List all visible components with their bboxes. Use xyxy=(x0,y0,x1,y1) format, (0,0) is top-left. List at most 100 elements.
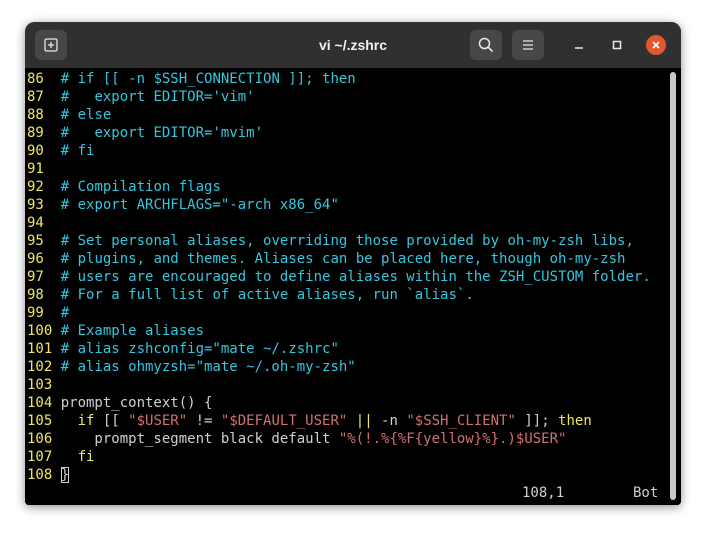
line-number-padding xyxy=(52,71,60,87)
editor-line[interactable]: 90 # fi xyxy=(27,142,651,160)
code-token: # users are encouraged to define aliases… xyxy=(60,269,651,285)
line-number-padding xyxy=(52,161,60,177)
line-number: 99 xyxy=(27,305,53,321)
editor-line[interactable]: 91 xyxy=(27,160,651,178)
code-token: # export EDITOR='vim' xyxy=(60,89,255,105)
line-number: 108 xyxy=(27,467,61,483)
editor-line[interactable]: 92 # Compilation flags xyxy=(27,178,651,196)
editor-line[interactable]: 89 # export EDITOR='mvim' xyxy=(27,124,651,142)
editor-line[interactable]: 103 xyxy=(27,376,651,394)
code-token: ]]; xyxy=(515,413,559,429)
search-button[interactable] xyxy=(470,30,502,60)
new-tab-icon xyxy=(44,38,58,52)
cursor-position: 108,1 xyxy=(522,485,565,501)
editor-line[interactable]: 93 # export ARCHFLAGS="-arch x86_64" xyxy=(27,196,651,214)
editor-line[interactable]: 105 if [[ "$USER" != "$DEFAULT_USER" || … xyxy=(27,412,651,430)
code-token: # if [[ -n $SSH_CONNECTION ]]; then xyxy=(60,71,356,87)
line-number: 107 xyxy=(27,449,61,465)
code-token: # Example aliases xyxy=(60,323,205,339)
line-number: 92 xyxy=(27,179,53,195)
line-number-padding xyxy=(52,197,60,213)
line-number: 103 xyxy=(27,377,61,393)
code-token: # plugins, and themes. Aliases can be pl… xyxy=(60,251,626,267)
code-token: then xyxy=(558,413,592,429)
code-token: # else xyxy=(60,107,112,123)
line-number: 93 xyxy=(27,197,53,213)
code-token: # fi xyxy=(60,143,95,159)
maximize-icon xyxy=(612,40,622,50)
editor-line[interactable]: 88 # else xyxy=(27,106,651,124)
code-token: != xyxy=(187,413,221,429)
code-token: # export EDITOR='mvim' xyxy=(60,125,264,141)
line-number: 88 xyxy=(27,107,53,123)
line-number-padding xyxy=(52,305,60,321)
line-number: 96 xyxy=(27,251,53,267)
line-number: 95 xyxy=(27,233,53,249)
cursor-char: } xyxy=(60,467,70,483)
editor-buffer[interactable]: 86 # if [[ -n $SSH_CONNECTION ]]; then 87… xyxy=(27,70,651,484)
maximize-button[interactable] xyxy=(607,35,627,55)
hamburger-menu-icon xyxy=(523,40,533,50)
line-number: 89 xyxy=(27,125,53,141)
terminal-area[interactable]: 86 # if [[ -n $SSH_CONNECTION ]]; then 87… xyxy=(25,68,681,505)
code-token: || xyxy=(355,413,373,429)
code-token: # For a full list of active aliases, run… xyxy=(60,287,474,303)
editor-line[interactable]: 108 } xyxy=(27,466,651,484)
new-tab-button[interactable] xyxy=(35,30,67,60)
line-number-padding xyxy=(52,125,60,141)
line-number-padding xyxy=(52,287,60,303)
code-token: # xyxy=(60,305,70,321)
code-token: "$USER" xyxy=(128,413,188,429)
editor-line[interactable]: 97 # users are encouraged to define alia… xyxy=(27,268,651,286)
line-number-padding xyxy=(52,251,60,267)
editor-line[interactable]: 104 prompt_context() { xyxy=(27,394,651,412)
line-number: 90 xyxy=(27,143,53,159)
menu-button[interactable] xyxy=(512,30,544,60)
scrollbar[interactable] xyxy=(670,72,676,500)
scroll-position: Bot xyxy=(633,485,659,501)
line-number: 94 xyxy=(27,215,53,231)
line-number-padding xyxy=(52,179,60,195)
code-token: -n xyxy=(372,413,407,429)
line-number: 91 xyxy=(27,161,53,177)
minimize-button[interactable] xyxy=(569,35,589,55)
code-token: if xyxy=(77,413,95,429)
close-button[interactable] xyxy=(646,35,666,55)
editor-line[interactable]: 107 fi xyxy=(27,448,651,466)
code-token: fi xyxy=(77,449,95,465)
line-number: 106 xyxy=(27,431,61,447)
editor-line[interactable]: 86 # if [[ -n $SSH_CONNECTION ]]; then xyxy=(27,70,651,88)
editor-line[interactable]: 102 # alias ohmyzsh="mate ~/.oh-my-zsh" xyxy=(27,358,651,376)
close-icon xyxy=(652,41,660,49)
line-number-padding xyxy=(52,143,60,159)
code-token: # alias ohmyzsh="mate ~/.oh-my-zsh" xyxy=(60,359,356,375)
minimize-icon xyxy=(575,47,583,49)
line-number: 87 xyxy=(27,89,53,105)
line-number-padding xyxy=(52,269,60,285)
editor-line[interactable]: 98 # For a full list of active aliases, … xyxy=(27,286,651,304)
editor-line[interactable]: 101 # alias zshconfig="mate ~/.zshrc" xyxy=(27,340,651,358)
code-token: "%(!.%{%F{yellow}%}.)$USER" xyxy=(338,431,567,447)
code-token: [[ xyxy=(94,413,129,429)
code-token: # alias zshconfig="mate ~/.zshrc" xyxy=(60,341,339,357)
line-number: 102 xyxy=(27,359,61,375)
line-number: 104 xyxy=(27,395,61,411)
editor-line[interactable]: 95 # Set personal aliases, overriding th… xyxy=(27,232,651,250)
line-number: 100 xyxy=(27,323,61,339)
line-number: 105 xyxy=(27,413,61,429)
code-token: "$DEFAULT_USER" xyxy=(220,413,348,429)
code-token: # Compilation flags xyxy=(60,179,221,195)
editor-line[interactable]: 100 # Example aliases xyxy=(27,322,651,340)
title-bar: vi ~/.zshrc xyxy=(25,22,681,68)
editor-line[interactable]: 94 xyxy=(27,214,651,232)
editor-line[interactable]: 106 prompt_segment black default "%(!.%{… xyxy=(27,430,651,448)
editor-line[interactable]: 96 # plugins, and themes. Aliases can be… xyxy=(27,250,651,268)
line-number-padding xyxy=(52,233,60,249)
editor-line[interactable]: 87 # export EDITOR='vim' xyxy=(27,88,651,106)
editor-line[interactable]: 99 # xyxy=(27,304,651,322)
code-token: # Set personal aliases, overriding those… xyxy=(60,233,634,249)
line-number: 101 xyxy=(27,341,61,357)
code-token: prompt_segment black default xyxy=(60,431,339,447)
code-token: prompt_context() { xyxy=(60,395,213,411)
